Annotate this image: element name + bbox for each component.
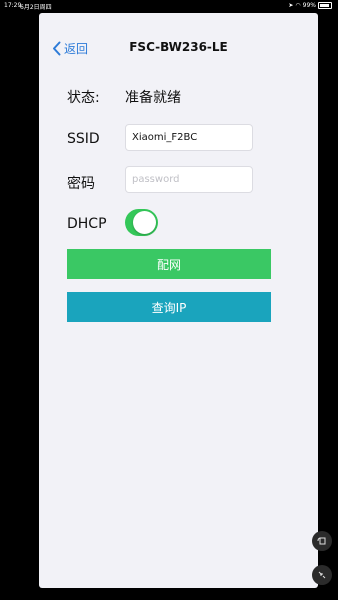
page-title: FSC-BW236-LE xyxy=(129,40,228,54)
dhcp-label: DHCP xyxy=(67,216,107,232)
status-date: 6月2日周四 xyxy=(20,4,52,11)
ssid-label: SSID xyxy=(67,131,100,147)
dhcp-toggle[interactable] xyxy=(125,209,158,236)
rotate-button[interactable] xyxy=(312,531,332,551)
status-label: 状态: xyxy=(67,90,100,106)
ssid-input[interactable] xyxy=(125,124,253,151)
config-sheet: 返回 FSC-BW236-LE 状态: 准备就绪 SSID 密码 DHCP 配网… xyxy=(39,13,318,588)
location-icon: ➤ xyxy=(288,2,294,9)
wifi-icon: ◠ xyxy=(295,2,301,9)
status-time: 17:29 xyxy=(4,2,22,9)
collapse-button[interactable] xyxy=(312,565,332,585)
status-right: ➤ ◠ 99% xyxy=(288,2,332,9)
rotate-icon xyxy=(317,537,326,545)
query-ip-button[interactable]: 查询IP xyxy=(67,292,271,322)
password-label: 密码 xyxy=(67,176,95,192)
collapse-arrows-icon xyxy=(318,571,326,579)
configure-button[interactable]: 配网 xyxy=(67,249,271,279)
nav-bar: 返回 FSC-BW236-LE xyxy=(39,13,318,57)
password-input[interactable] xyxy=(125,166,253,193)
status-bar: 17:29 6月2日周四 ➤ ◠ 99% xyxy=(0,0,338,12)
toggle-knob xyxy=(133,211,156,234)
battery-icon xyxy=(318,2,332,9)
battery-percent: 99% xyxy=(302,2,316,9)
status-value: 准备就绪 xyxy=(125,90,181,106)
